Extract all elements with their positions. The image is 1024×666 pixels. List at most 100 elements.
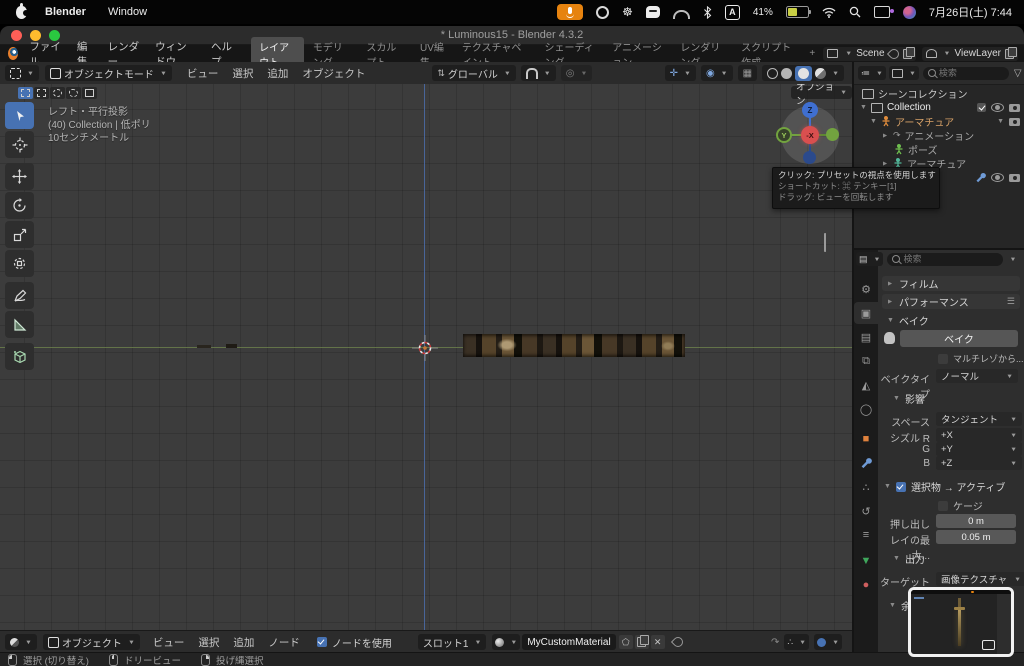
battery-icon[interactable] xyxy=(785,6,811,18)
tab-modifier-properties[interactable] xyxy=(854,452,878,474)
tool-transform[interactable] xyxy=(5,250,34,277)
wheel-icon[interactable]: ☸ xyxy=(622,6,633,18)
arc-icon[interactable] xyxy=(672,9,690,19)
unlink-material-button[interactable]: ✕ xyxy=(650,635,665,649)
tab-data-properties[interactable]: ▼ xyxy=(854,550,878,572)
tweak-select-button[interactable] xyxy=(18,87,33,99)
selected-to-active-checkbox[interactable] xyxy=(895,481,906,492)
outliner-row-scene-collection[interactable]: シーンコレクション xyxy=(862,87,968,101)
screen-mirroring-icon[interactable] xyxy=(873,6,894,18)
microphone-indicator-icon[interactable] xyxy=(557,4,584,20)
viewport-menu-select[interactable]: 選択 xyxy=(225,66,260,81)
tab-add-workspace[interactable]: + xyxy=(801,46,823,61)
chevron-collapsed-icon[interactable]: ▼ xyxy=(882,160,889,167)
tab-material-properties[interactable]: ● xyxy=(854,574,878,596)
editor-type-button[interactable]: ▼ xyxy=(5,65,39,81)
panel-output[interactable]: ▼ 出力 xyxy=(888,551,1020,566)
shader-menu-view[interactable]: ビュー xyxy=(146,635,192,650)
menubar-window-menu[interactable]: Window xyxy=(108,6,147,18)
show-overlays-toggle[interactable]: ◉ ▼ xyxy=(700,65,733,81)
chevron-down-icon[interactable]: ▼ xyxy=(1009,256,1016,262)
box-select-button[interactable] xyxy=(34,87,49,99)
panel-bake[interactable]: ▼ ベイク xyxy=(882,313,1020,328)
viewport-menu-view[interactable]: ビュー xyxy=(180,66,226,81)
outliner-row-collection[interactable]: ▼ Collection xyxy=(860,101,1020,114)
rendered-shading-button[interactable] xyxy=(815,67,827,79)
bluetooth-icon[interactable] xyxy=(703,5,712,19)
circle-select-button[interactable] xyxy=(50,87,65,99)
outliner-row-armature-object[interactable]: ▼ アーマチュア ▼ xyxy=(870,115,1020,129)
outliner-search-input[interactable] xyxy=(922,66,1009,80)
cursor-3d[interactable] xyxy=(412,335,438,361)
shader-menu-node[interactable]: ノード xyxy=(261,635,307,650)
panel-performance[interactable]: ▼ パフォーマンス ☰ xyxy=(882,294,1020,309)
chevron-collapsed-icon[interactable]: ▼ xyxy=(882,132,889,139)
use-nodes-checkbox[interactable] xyxy=(316,637,327,647)
shader-overlays-button[interactable]: ▼ xyxy=(814,634,842,650)
tab-viewlayer-properties[interactable]: ⧉ xyxy=(854,350,878,372)
viewport-3d[interactable]: レフト・平行投影 (40) Collection | 低ポリ 10センチメートル… xyxy=(0,84,852,630)
snapping-button[interactable]: ▼ xyxy=(520,65,556,81)
low-poly-object[interactable] xyxy=(463,334,685,357)
tab-scene-properties[interactable]: ◭ xyxy=(854,374,878,396)
shader-object-selector[interactable]: オブジェクト ▼ xyxy=(42,634,140,650)
slot-selector[interactable]: スロット1 ▼ xyxy=(417,634,487,650)
new-scene-icon[interactable] xyxy=(902,46,915,59)
ray-distance-value-slider[interactable]: 0.05 m xyxy=(936,530,1016,544)
wireframe-shading-button[interactable] xyxy=(767,67,779,79)
outliner-row-animation[interactable]: ▼ ↷ アニメーション xyxy=(882,129,974,143)
disable-render-icon[interactable] xyxy=(1009,173,1020,182)
shader-menu-select[interactable]: 選択 xyxy=(191,635,226,650)
viewlayer-selector[interactable]: ▼ ViewLayer xyxy=(921,46,1018,61)
panel-film[interactable]: ▼ フィルム xyxy=(882,276,1020,291)
pin-icon[interactable] xyxy=(886,46,901,61)
wifi-icon[interactable] xyxy=(822,7,836,18)
fake-user-shield-button[interactable]: ⬠ xyxy=(618,635,633,649)
gizmo-axis-negx[interactable]: -X xyxy=(801,126,819,144)
tab-constraint-properties[interactable]: ≡ xyxy=(854,524,878,546)
options-button[interactable]: オプション ▼ xyxy=(791,84,852,107)
outliner-display-mode-button[interactable]: ≔ ▼ xyxy=(858,66,886,80)
cage-checkbox[interactable] xyxy=(938,500,948,511)
tool-move[interactable] xyxy=(5,163,34,190)
swizzle-r-dropdown[interactable]: +X ▼ xyxy=(936,428,1022,442)
tab-object-properties[interactable]: ■ xyxy=(854,428,878,450)
space-dropdown[interactable]: タンジェント ▼ xyxy=(936,412,1022,426)
filter-funnel-icon[interactable]: ▽ xyxy=(1014,68,1022,79)
shader-editor-type-button[interactable]: ▼ xyxy=(5,634,37,650)
transform-orientation-selector[interactable]: ⇅ グローバル ▼ xyxy=(432,65,516,81)
chevron-expanded-icon[interactable]: ▼ xyxy=(870,118,877,125)
blender-logo-icon[interactable] xyxy=(8,47,19,60)
disable-render-icon[interactable] xyxy=(1009,117,1020,126)
gizmo-axis-negy[interactable] xyxy=(826,128,839,141)
xray-toggle[interactable]: ▦ xyxy=(737,65,758,81)
tool-rotate[interactable] xyxy=(5,192,34,219)
scene-selector[interactable]: ▼ Scene xyxy=(823,46,916,61)
swizzle-g-dropdown[interactable]: +Y ▼ xyxy=(936,442,1022,456)
line-app-icon[interactable] xyxy=(645,6,660,18)
tool-cursor[interactable] xyxy=(5,131,34,158)
outliner-row-pose[interactable]: ポーズ xyxy=(894,143,938,157)
navigation-gizmo[interactable]: Z Y -X xyxy=(776,102,839,164)
target-dropdown[interactable]: 画像テクスチャ ▼ xyxy=(936,572,1024,586)
panel-influence[interactable]: ▼ 影響 xyxy=(888,391,1020,406)
lasso-select-button[interactable] xyxy=(66,87,81,99)
tool-add-cube[interactable] xyxy=(5,343,34,370)
bake-button[interactable]: ベイク xyxy=(900,330,1018,347)
tab-render-properties[interactable]: ▣ xyxy=(854,302,878,324)
chevron-down-icon[interactable]: ▼ xyxy=(997,118,1004,125)
outliner-filter-mode-button[interactable]: ▼ xyxy=(888,66,919,80)
mesh-fragment[interactable] xyxy=(226,344,237,348)
collection-checkbox[interactable] xyxy=(977,103,986,112)
disable-render-icon[interactable] xyxy=(1009,103,1020,112)
bake-type-dropdown[interactable]: ノーマル ▼ xyxy=(936,369,1018,383)
gizmo-axis-z[interactable]: Z xyxy=(802,102,818,118)
hide-viewport-icon[interactable] xyxy=(991,173,1004,182)
mesh-fragment[interactable] xyxy=(197,345,211,348)
preset-list-icon[interactable]: ☰ xyxy=(1007,296,1015,307)
pin-icon[interactable] xyxy=(670,634,685,650)
show-gizmo-toggle[interactable]: ✛ ▼ xyxy=(664,65,696,81)
shader-menu-add[interactable]: 追加 xyxy=(226,635,261,650)
properties-editor-type-button[interactable]: ▤ ▼ xyxy=(856,252,884,266)
tab-output-properties[interactable]: ▤ xyxy=(854,326,878,348)
